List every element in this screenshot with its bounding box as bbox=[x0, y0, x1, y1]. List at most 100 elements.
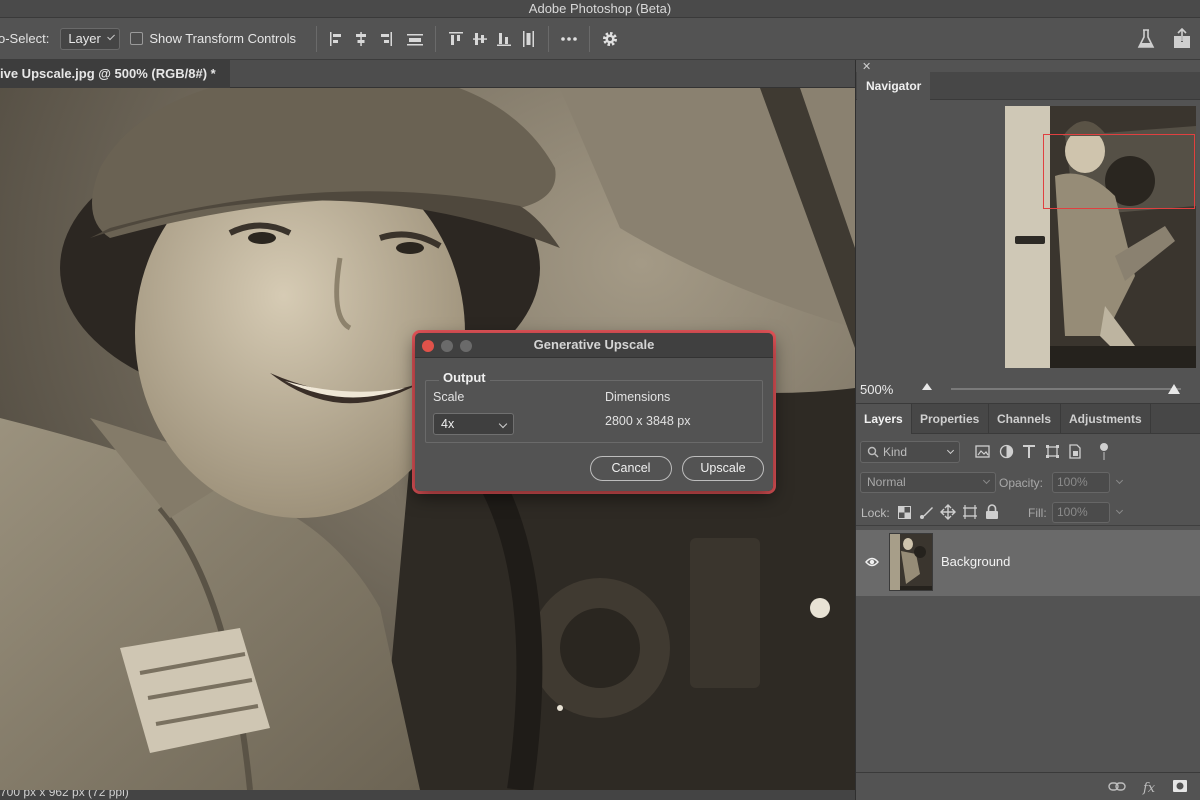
tab-strip bbox=[230, 60, 855, 88]
output-group-title: Output bbox=[439, 370, 490, 385]
tab-layers[interactable]: Layers bbox=[856, 404, 912, 434]
align-center-icon[interactable] bbox=[349, 27, 373, 51]
fill-value: 100% bbox=[1057, 505, 1088, 519]
fill-label: Fill: bbox=[1028, 506, 1047, 520]
opacity-label: Opacity: bbox=[999, 476, 1044, 490]
chevron-down-icon bbox=[1115, 476, 1124, 485]
type-filter-icon[interactable] bbox=[1022, 444, 1036, 459]
distribute-horizontal-icon[interactable] bbox=[403, 27, 427, 51]
align-top-icon[interactable] bbox=[444, 27, 468, 51]
align-middle-icon[interactable] bbox=[468, 27, 492, 51]
scale-value: 4x bbox=[441, 417, 455, 431]
dimensions-label: Dimensions bbox=[605, 390, 671, 404]
lock-artboard-icon[interactable] bbox=[962, 504, 978, 520]
layer-mask-icon[interactable] bbox=[1172, 779, 1188, 793]
align-left-icon[interactable] bbox=[325, 27, 349, 51]
divider bbox=[315, 25, 317, 52]
flask-icon[interactable] bbox=[1134, 27, 1158, 51]
transform-controls-label: Show Transform Controls bbox=[149, 31, 296, 46]
auto-select-label: o-Select: bbox=[0, 31, 50, 46]
layer-thumbnail-image bbox=[890, 534, 932, 590]
window-title-bar: Adobe Photoshop (Beta) bbox=[0, 0, 1200, 18]
dimensions-value: 2800 x 3848 px bbox=[605, 414, 691, 428]
divider bbox=[547, 25, 549, 52]
cancel-button[interactable]: Cancel bbox=[590, 456, 672, 481]
generative-upscale-dialog: Generative Upscale Output Scale Dimensio… bbox=[415, 333, 773, 491]
layers-footer: fx bbox=[856, 772, 1200, 800]
document-tab-title: ive Upscale.jpg @ 500% (RGB/8#) * bbox=[0, 66, 216, 81]
filter-kind-label: Kind bbox=[883, 445, 908, 459]
link-icon[interactable] bbox=[1108, 781, 1126, 793]
document-status: 700 px x 962 px (72 ppi) bbox=[0, 790, 129, 799]
dialog-title-bar: Generative Upscale bbox=[415, 333, 773, 358]
right-panel: ✕ Navigator 500% Layers Properties Chann… bbox=[855, 60, 1200, 800]
navigator-zoom-value[interactable]: 500% bbox=[860, 382, 893, 397]
shape-filter-icon[interactable] bbox=[1045, 444, 1060, 459]
distribute-vertical-icon[interactable] bbox=[516, 27, 540, 51]
window-title: Adobe Photoshop (Beta) bbox=[528, 1, 672, 16]
align-bottom-icon[interactable] bbox=[492, 27, 516, 51]
filter-toggle-icon[interactable] bbox=[1099, 442, 1109, 462]
eye-icon[interactable] bbox=[865, 557, 879, 567]
layer-name: Background bbox=[941, 554, 1011, 569]
chevron-down-icon bbox=[946, 446, 955, 455]
navigator-view-frame[interactable] bbox=[1043, 134, 1195, 209]
lock-paint-icon[interactable] bbox=[919, 504, 935, 520]
lock-move-icon[interactable] bbox=[940, 504, 956, 520]
fx-icon[interactable]: fx bbox=[1142, 779, 1158, 795]
gear-icon[interactable] bbox=[598, 27, 622, 51]
fill-input[interactable]: 100% bbox=[1052, 502, 1124, 523]
tab-navigator[interactable]: Navigator bbox=[857, 72, 931, 100]
image-filter-icon[interactable] bbox=[975, 445, 990, 459]
scale-label: Scale bbox=[433, 390, 465, 404]
share-icon[interactable] bbox=[1170, 27, 1194, 51]
lock-label: Lock: bbox=[861, 506, 890, 520]
auto-select-dropdown[interactable]: Layer bbox=[60, 27, 121, 50]
chevron-down-icon bbox=[1115, 506, 1124, 515]
navigator-thumbnail[interactable] bbox=[1005, 106, 1196, 368]
chevron-down-icon bbox=[107, 32, 116, 41]
document-tab[interactable]: ive Upscale.jpg @ 500% (RGB/8#) * bbox=[0, 60, 230, 88]
transform-controls-checkbox[interactable] bbox=[130, 32, 144, 45]
opacity-value: 100% bbox=[1057, 475, 1088, 489]
opacity-input[interactable]: 100% bbox=[1052, 472, 1124, 493]
dialog-title: Generative Upscale bbox=[533, 337, 655, 352]
lock-row: Lock: Fill: 100% bbox=[856, 500, 1200, 526]
navigator-tabbar: Navigator bbox=[856, 72, 1200, 100]
chevron-down-icon bbox=[498, 419, 508, 429]
align-right-icon[interactable] bbox=[373, 27, 397, 51]
tab-channels[interactable]: Channels bbox=[989, 404, 1061, 434]
scale-dropdown[interactable]: 4x bbox=[433, 413, 514, 435]
zoom-window-icon[interactable] bbox=[460, 340, 472, 352]
search-icon bbox=[867, 446, 879, 458]
tab-properties[interactable]: Properties bbox=[912, 404, 989, 434]
status-bar: 700 px x 962 px (72 ppi) bbox=[0, 790, 855, 800]
blend-mode-value: Normal bbox=[867, 475, 906, 489]
blend-mode-dropdown[interactable]: Normal bbox=[860, 472, 996, 493]
layer-row[interactable]: Background bbox=[856, 530, 1200, 596]
svg-text:fx: fx bbox=[1142, 781, 1156, 795]
zoom-slider-track[interactable] bbox=[951, 388, 1181, 390]
lock-transparent-icon[interactable] bbox=[898, 506, 911, 519]
minimize-window-icon[interactable] bbox=[441, 340, 453, 352]
layer-thumbnail bbox=[889, 533, 933, 591]
auto-select-value: Layer bbox=[68, 31, 101, 46]
layers-tabbar: Layers Properties Channels Adjustments bbox=[856, 404, 1200, 434]
blend-row: Normal Opacity: 100% bbox=[856, 470, 1200, 496]
zoom-out-icon[interactable] bbox=[922, 383, 932, 390]
options-bar: o-Select: Layer Show Transform Controls bbox=[0, 18, 1200, 60]
zoom-slider-handle[interactable] bbox=[1168, 384, 1180, 394]
layer-filter-row: Kind bbox=[856, 440, 1200, 464]
divider bbox=[588, 25, 590, 52]
tab-adjustments[interactable]: Adjustments bbox=[1061, 404, 1151, 434]
upscale-button[interactable]: Upscale bbox=[682, 456, 764, 481]
lock-all-icon[interactable] bbox=[985, 504, 999, 520]
navigator-zoom-row: 500% bbox=[856, 376, 1200, 404]
chevron-down-icon bbox=[982, 476, 991, 485]
close-window-icon[interactable] bbox=[422, 340, 434, 352]
filter-kind-dropdown[interactable]: Kind bbox=[860, 441, 960, 463]
smart-object-filter-icon[interactable] bbox=[1068, 444, 1082, 459]
more-options-icon[interactable] bbox=[557, 27, 581, 51]
divider bbox=[434, 25, 436, 52]
adjustment-filter-icon[interactable] bbox=[999, 444, 1014, 459]
